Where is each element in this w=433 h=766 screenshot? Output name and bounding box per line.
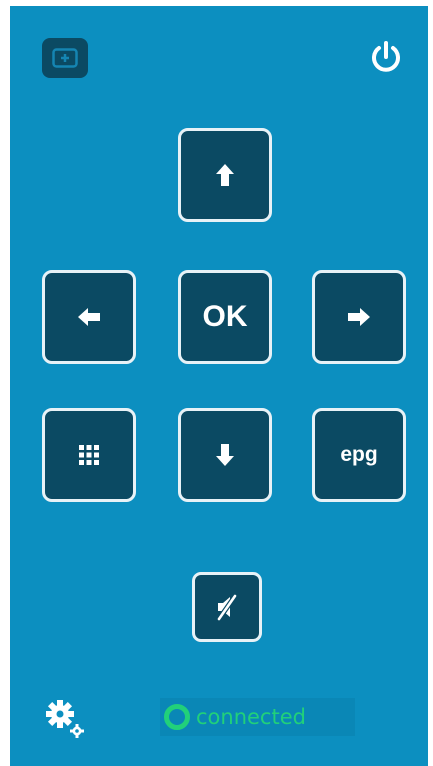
connection-status: connected [160,698,355,736]
grid-icon [79,445,99,465]
arrow-up-icon [216,164,234,186]
mute-icon [216,594,238,621]
status-indicator-icon [164,704,190,730]
mute-button[interactable] [192,572,262,642]
arrow-down-icon [216,444,234,466]
arrow-right-icon [348,308,370,326]
settings-button[interactable] [44,698,88,742]
epg-label: epg [340,443,378,466]
remote-control-app: OK epg connected [10,6,428,766]
up-button[interactable] [178,128,272,222]
ok-button[interactable]: OK [178,270,272,364]
down-button[interactable] [178,408,272,502]
status-text: connected [196,705,306,729]
numpad-button[interactable] [42,408,136,502]
gear-icon [46,700,84,738]
tv-button[interactable] [42,38,88,78]
power-icon [372,41,400,72]
power-button[interactable] [366,38,406,78]
right-button[interactable] [312,270,406,364]
ok-label: OK [202,300,248,333]
tv-icon [52,48,78,68]
left-button[interactable] [42,270,136,364]
epg-button[interactable]: epg [312,408,406,502]
arrow-left-icon [78,308,100,326]
